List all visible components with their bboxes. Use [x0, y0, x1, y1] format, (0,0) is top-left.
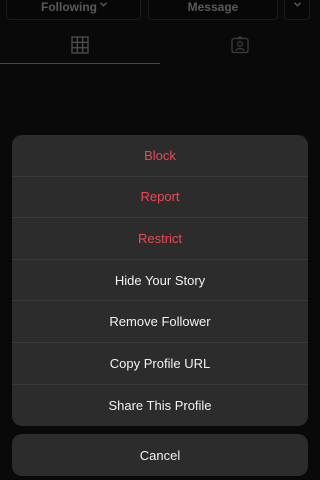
block-button[interactable]: Block — [12, 135, 308, 177]
action-sheet: Block Report Restrict Hide Your Story Re… — [12, 135, 308, 427]
remove-follower-button[interactable]: Remove Follower — [12, 301, 308, 343]
cancel-button[interactable]: Cancel — [12, 434, 308, 476]
share-profile-button[interactable]: Share This Profile — [12, 385, 308, 427]
copy-profile-url-button[interactable]: Copy Profile URL — [12, 343, 308, 385]
hide-your-story-button[interactable]: Hide Your Story — [12, 260, 308, 302]
restrict-button[interactable]: Restrict — [12, 218, 308, 260]
report-button[interactable]: Report — [12, 177, 308, 219]
